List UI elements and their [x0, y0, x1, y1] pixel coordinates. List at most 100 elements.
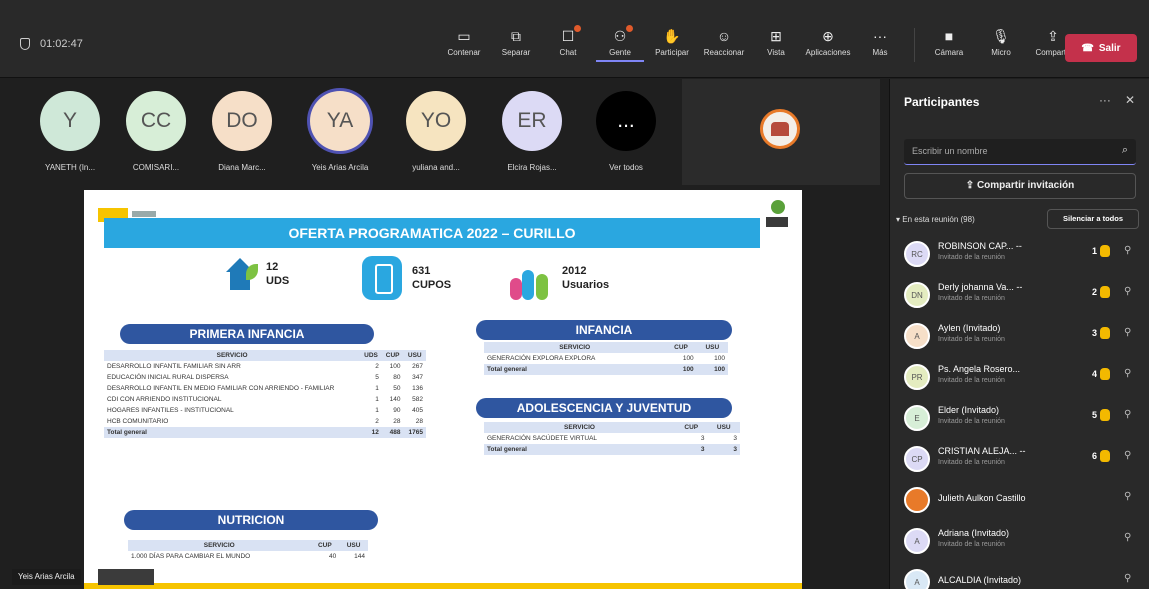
video-tile-logo[interactable]	[682, 79, 880, 185]
participant-list-item[interactable]: Julieth Aulkon Castillo ⚲	[900, 483, 1140, 521]
table-cell: 100	[682, 355, 694, 362]
shield-icon	[20, 38, 30, 50]
mic-muted-icon[interactable]: ⚲	[1124, 532, 1134, 544]
avatar: DN	[904, 282, 930, 308]
leave-button[interactable]: ☎ Salir	[1065, 34, 1137, 62]
close-icon[interactable]: ✕	[1125, 93, 1135, 107]
panel-actions: ··· ✕	[1099, 93, 1135, 107]
share-controls[interactable]	[98, 569, 154, 585]
table-row: EDUCACIÓN INICIAL RURAL DISPERSA 5 80 347	[104, 372, 426, 383]
toolbar-label: Vista	[767, 48, 785, 57]
view-all-tile[interactable]: ... Ver todos	[580, 91, 672, 172]
stat-uds-label: UDS	[266, 275, 290, 287]
hand-order: 6	[1091, 451, 1097, 461]
avatar: RC	[904, 241, 930, 267]
mic-muted-icon[interactable]: ⚲	[1124, 491, 1134, 503]
participant-name: Derly johanna Va... --	[938, 282, 1023, 292]
toolbar-apps-button[interactable]: ⊕ Aplicaciones	[804, 28, 852, 62]
participant-list-item[interactable]: E Elder (Invitado) Invitado de la reunión 5…	[900, 401, 1140, 439]
table-cell: 3	[707, 444, 740, 455]
emoji-icon: ☺	[716, 28, 732, 44]
participant-list-item[interactable]: CP CRISTIAN ALEJA... -- Invitado de la reu…	[900, 442, 1140, 480]
table-header: SERVICIO	[104, 350, 361, 361]
table-cell: 100	[389, 363, 401, 370]
toolbar-people-button[interactable]: ⚇ Gente	[596, 25, 644, 62]
in-meeting-section[interactable]: ▾ En esta reunión (98)	[896, 215, 975, 224]
toolbar-hand-button[interactable]: ✋ Participar	[648, 28, 696, 62]
table-header: USU	[403, 350, 426, 361]
share-invite-button[interactable]: ⇪ Compartir invitación	[904, 173, 1136, 199]
participant-search-input[interactable]: Escribir un nombre ⌕	[904, 139, 1136, 165]
table-infancia: SERVICIO CUP USU GENERACIÓN EXPLORA EXPLORA…	[484, 342, 728, 375]
toolbar-camera-button[interactable]: ■ Cámara	[925, 28, 973, 62]
participant-name: Aylen (Invitado)	[938, 323, 1001, 333]
participant-tile[interactable]: YA Yeis Arias Arcila	[294, 91, 386, 172]
table-cell: 140	[389, 396, 401, 403]
participant-tile[interactable]: DO Diana Marc...	[196, 91, 288, 172]
participant-list-item[interactable]: A ALCALDIA (Invitado) ⚲	[900, 565, 1140, 589]
share-icon: ⇪	[965, 180, 977, 191]
participant-list-item[interactable]: DN Derly johanna Va... -- Invitado de la r…	[900, 278, 1140, 316]
in-meeting-label: En esta reunión (98)	[902, 215, 975, 224]
toolbar-more-button[interactable]: ··· Más	[856, 28, 904, 62]
table-cell: 582	[412, 396, 423, 403]
mic-muted-icon[interactable]: ⚲	[1124, 286, 1134, 298]
mic-muted-icon[interactable]: ⚲	[1124, 245, 1134, 257]
hand-order: 1	[1091, 246, 1097, 256]
toolbar-emoji-button[interactable]: ☺ Reaccionar	[700, 28, 748, 62]
table-header: USU	[707, 422, 740, 433]
participant-list-item[interactable]: PR Ps. Angela Rosero... Invitado de la reu…	[900, 360, 1140, 398]
hand-icon: ✋	[663, 28, 681, 44]
participant-name: Ver todos	[609, 163, 643, 172]
participant-tile[interactable]: Y YANETH (In...	[24, 91, 116, 172]
stat-uds: 12 UDS	[224, 256, 289, 292]
split-icon: ⧉	[511, 28, 521, 44]
participant-tile[interactable]: CC COMISARI...	[110, 91, 202, 172]
toolbar-grid-button[interactable]: ⊞ Vista	[752, 28, 800, 62]
table-cell: 28	[415, 418, 423, 425]
table-cell: 405	[412, 407, 423, 414]
table-cell: 1	[375, 385, 379, 392]
toolbar-mic-button[interactable]: 🎙 Micro	[977, 28, 1025, 62]
mic-muted-icon[interactable]: ⚲	[1124, 573, 1134, 585]
table-cell: 28	[393, 418, 401, 425]
participant-tile[interactable]: ER Elcira Rojas...	[486, 91, 578, 172]
table-cell: 1765	[403, 427, 426, 438]
participant-name: Adriana (Invitado)	[938, 528, 1010, 538]
toolbar-split-button[interactable]: ⧉ Separar	[492, 28, 540, 62]
table-primera-infancia: SERVICIO UDS CUP USU DESARROLLO INFANTIL FAM…	[104, 350, 426, 438]
table-cell: Total general	[484, 364, 666, 375]
stat-usuarios: 2012 Usuarios	[508, 256, 609, 300]
table-adolescencia: SERVICIO CUP USU GENERACIÓN SACÚDETE VIRTUA…	[484, 422, 740, 455]
table-cell: DESARROLLO INFANTIL EN MEDIO FAMILIAR CO…	[107, 385, 335, 392]
table-total-row: Total general 12 488 1765	[104, 427, 426, 438]
hand-order: 3	[1091, 328, 1097, 338]
mic-icon: 🎙	[992, 28, 1010, 44]
mic-muted-icon[interactable]: ⚲	[1124, 368, 1134, 380]
participant-name: ROBINSON CAP... --	[938, 241, 1022, 251]
participant-name: Julieth Aulkon Castillo	[938, 493, 1026, 503]
participant-name: Ps. Angela Rosero...	[938, 364, 1021, 374]
more-icon[interactable]: ···	[1099, 93, 1111, 107]
participant-name: Diana Marc...	[218, 163, 266, 172]
participant-list-item[interactable]: RC ROBINSON CAP... -- Invitado de la reuni…	[900, 237, 1140, 275]
monitor-icon: ▭	[457, 28, 471, 44]
table-cell: 1	[375, 407, 379, 414]
hand-icon	[1100, 450, 1110, 462]
mute-all-button[interactable]: Silenciar a todos	[1047, 209, 1139, 229]
participant-name: COMISARI...	[132, 163, 180, 172]
table-cell: EDUCACIÓN INICIAL RURAL DISPERSA	[107, 374, 229, 381]
mic-muted-icon[interactable]: ⚲	[1124, 450, 1134, 462]
toolbar-chat-button[interactable]: ☐ Chat	[544, 25, 592, 62]
participant-tile[interactable]: YO yuliana and...	[390, 91, 482, 172]
participant-list-item[interactable]: A Adriana (Invitado) Invitado de la reunió…	[900, 524, 1140, 562]
meeting-timer: 01:02:47	[20, 38, 83, 50]
stat-usuarios-num: 2012	[562, 265, 587, 277]
mic-muted-icon[interactable]: ⚲	[1124, 409, 1134, 421]
toolbar-monitor-button[interactable]: ▭ Contenar	[440, 28, 488, 62]
avatar: A	[904, 323, 930, 349]
participant-name: YANETH (In...	[44, 163, 96, 172]
mic-muted-icon[interactable]: ⚲	[1124, 327, 1134, 339]
participant-list-item[interactable]: A Aylen (Invitado) Invitado de la reunión 3…	[900, 319, 1140, 357]
toolbar-label: Aplicaciones	[805, 48, 851, 57]
